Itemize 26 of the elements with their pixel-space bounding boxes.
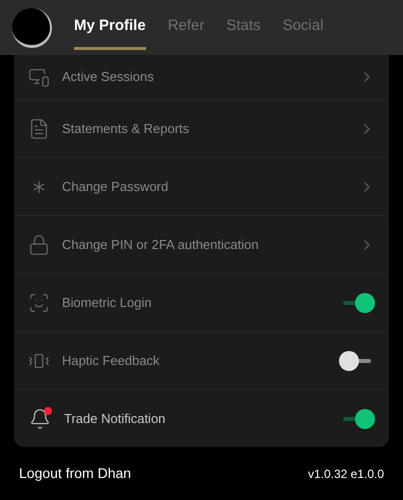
row-label: Change Password [62, 178, 170, 196]
row-label: Biometric Login [62, 294, 153, 312]
bell-icon [28, 406, 52, 430]
settings-row[interactable]: Statements & Reports [14, 99, 389, 157]
document-icon [28, 118, 50, 140]
version-text: v1.0.32 e1.0.0 [308, 466, 384, 482]
tab[interactable]: Refer [168, 6, 204, 50]
settings-row[interactable]: Change PIN or 2FA authentication [14, 215, 389, 273]
tab[interactable]: Social [282, 6, 324, 50]
settings-row[interactable]: Trade Notification [14, 389, 389, 447]
avatar [12, 8, 52, 48]
row-label: Trade Notification [64, 410, 166, 428]
row-label: Change PIN or 2FA authentication [62, 236, 260, 254]
settings-row[interactable]: Change Password [14, 157, 389, 215]
tab[interactable]: Stats [226, 6, 261, 50]
row-label: Haptic Feedback [62, 352, 161, 370]
screens-icon [28, 66, 50, 88]
settings-row[interactable]: Haptic Feedback [14, 331, 389, 389]
lock-icon [28, 234, 50, 256]
settings-row[interactable]: Active Sessions [14, 55, 389, 99]
settings-row[interactable]: Biometric Login [14, 273, 389, 331]
logout-button[interactable]: Logout from Dhan [19, 463, 132, 484]
tab[interactable]: My Profile [74, 6, 146, 50]
face-scan-icon [28, 292, 50, 314]
row-label: Active Sessions [62, 68, 155, 86]
row-label: Statements & Reports [62, 120, 190, 138]
